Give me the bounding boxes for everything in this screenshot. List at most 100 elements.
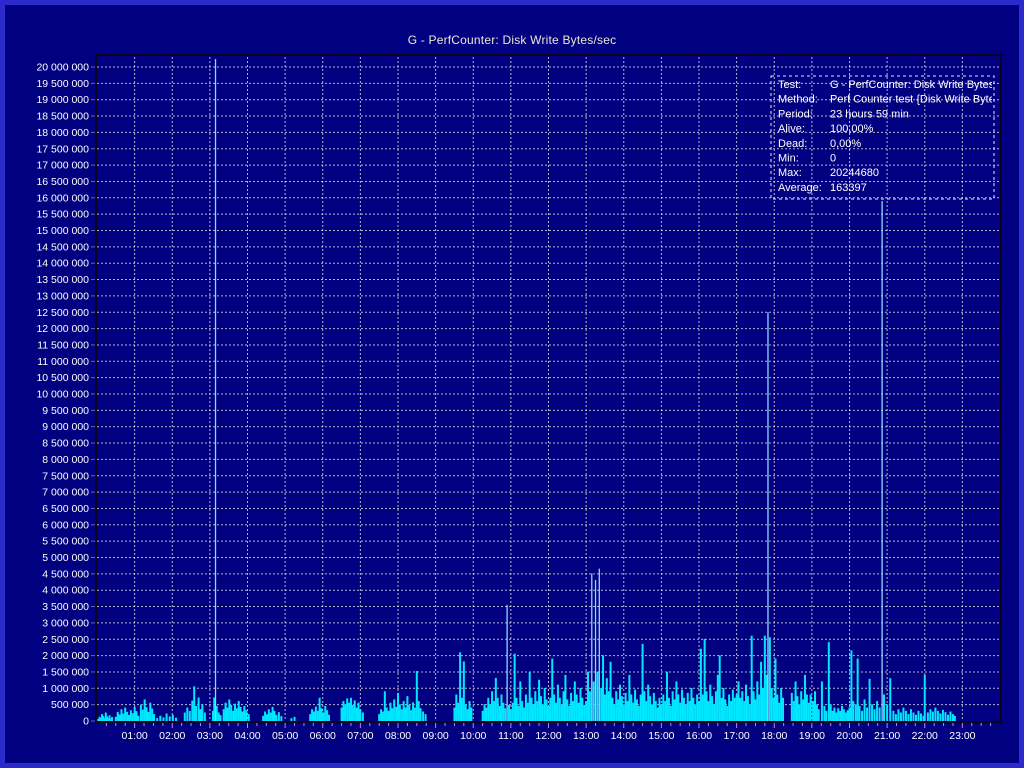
y-axis-label: 12 000 000 [36,323,89,335]
data-spike [130,710,132,721]
data-spike [837,708,839,721]
data-spike [591,574,592,721]
data-spike [195,706,197,721]
data-spike [142,710,144,721]
legend-row-label: Alive: [778,123,805,135]
x-axis-label: 17:00 [723,730,749,742]
data-spike [642,644,644,721]
data-spike [917,711,919,721]
data-spike [910,709,912,721]
data-spike [493,701,495,721]
legend-row-label: Dead: [778,138,807,150]
data-spike [529,672,531,721]
data-spike [382,712,384,721]
data-spike [236,708,238,721]
y-axis-label: 7 000 000 [42,487,89,499]
legend-row-value: 100,00% [830,123,874,135]
data-spike [386,708,388,721]
y-axis-label: 4 500 000 [42,568,89,580]
data-spike [555,703,557,721]
data-spike [122,713,124,721]
data-spike [579,688,581,721]
x-axis-label: 13:00 [573,730,599,742]
data-spike [468,701,470,721]
y-axis-label: 16 000 000 [36,192,89,204]
data-spike [728,695,730,721]
data-spike [243,706,245,721]
x-axis-label: 11:00 [498,730,524,742]
data-spike [146,707,148,721]
data-spike [698,701,700,721]
data-spike [939,713,941,721]
data-spike [574,681,576,721]
data-spike [679,703,681,721]
x-axis-label: 21:00 [874,730,900,742]
data-spike [422,712,424,721]
y-axis-label: 2 000 000 [42,650,89,662]
data-spike [610,662,612,721]
data-spike [835,712,837,721]
data-spike [704,639,706,721]
data-spike [932,712,934,721]
data-spike [119,714,121,721]
data-spike [262,716,264,721]
data-spike [771,688,773,721]
data-spike [532,704,534,721]
data-spike [832,711,834,721]
y-axis-label: 500 000 [51,699,89,711]
data-spike [136,711,138,721]
data-spike [134,707,136,721]
data-spike [615,691,617,721]
data-spike [559,698,561,721]
data-spike [732,690,734,721]
data-spike [886,704,888,721]
data-spike [954,716,956,721]
legend-row-value: 23 hours 59 min [830,108,909,120]
data-spike [668,698,670,721]
data-spike [694,704,696,721]
data-spike [144,699,146,721]
data-spike [677,695,679,721]
data-spike [847,710,849,721]
data-spike [223,709,225,721]
data-spike [278,712,280,721]
data-spike [839,711,841,721]
x-axis-label: 15:00 [648,730,674,742]
data-spike [502,703,504,721]
data-spike [459,652,461,721]
data-spike [326,710,328,721]
data-spike [753,691,755,721]
data-spike [823,706,825,721]
data-spike [467,709,469,721]
data-spike [527,703,529,721]
data-spike [876,701,878,721]
legend-row-label: Test: [778,79,801,91]
data-spike [517,706,519,721]
perf-chart-window: G - PerfCounter: Disk Write Bytes/sec 05… [0,0,1024,768]
x-axis-label: 04:00 [234,730,260,742]
data-spike [700,649,702,721]
y-axis-label: 13 000 000 [36,290,89,302]
data-spike [843,709,845,721]
data-spike [869,679,871,721]
data-spike [749,704,751,721]
data-spike [949,712,951,721]
data-spike [189,711,191,721]
data-spike [883,695,885,721]
data-spike [751,636,753,721]
data-spike [470,708,472,721]
data-spike [264,712,266,721]
data-spike [664,701,666,721]
data-spike [767,312,768,721]
data-spike [907,714,909,721]
data-spike [551,659,553,721]
data-spike [140,705,142,721]
y-axis-label: 2 500 000 [42,634,89,646]
data-spike [465,704,467,721]
x-axis-label: 08:00 [385,730,411,742]
y-axis-label: 16 500 000 [36,176,89,188]
data-spike [662,695,664,721]
data-spike [184,712,186,721]
data-spike [625,693,627,721]
data-spike [275,715,277,721]
